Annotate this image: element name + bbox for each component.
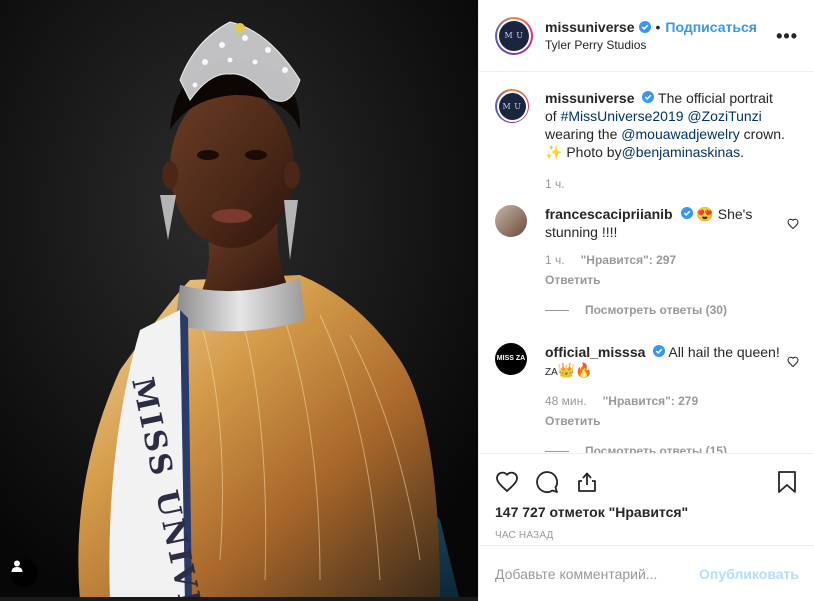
share-icon[interactable] [575,470,599,494]
comment-avatar[interactable]: MISS ZA [495,343,527,375]
post-actions: 147 727 отметок "Нравится" час назад [479,453,814,541]
sparkles-emoji: ✨ [545,144,563,160]
crown-emoji: 👑 [557,362,576,378]
comment-icon[interactable] [535,470,559,494]
view-replies-button[interactable]: Посмотреть ответы (15) [545,442,785,453]
portrait-illustration: MISS UNIVE [0,0,478,601]
comment-username[interactable]: francescacipriianib [545,206,673,222]
likes-count[interactable]: 147 727 отметок "Нравится" [495,504,799,520]
photo-bottom-strip [0,597,478,601]
caption-avatar[interactable]: M U [495,89,529,123]
caption-text: Photo by [566,144,622,160]
replies-line [545,309,569,311]
bookmark-icon[interactable] [775,470,799,494]
add-comment-bar: Опубликовать [479,545,814,601]
post-time-ago[interactable]: час назад [495,530,799,541]
replies-line [545,450,569,452]
comment-item: MISS ZA official_misssa All hail the que… [495,343,799,453]
verified-badge-icon [638,21,651,33]
publish-button[interactable]: Опубликовать [699,566,799,582]
comment-text-suffix: ZA [545,367,558,378]
comment-like-heart-icon[interactable] [787,355,799,371]
comment-username[interactable]: official_misssa [545,344,645,360]
view-replies-label: Посмотреть ответы (30) [585,303,727,317]
follow-button[interactable]: Подписаться [665,19,757,35]
comment-likes[interactable]: "Нравится": 279 [603,392,699,410]
post-photo[interactable]: MISS UNIVE [0,0,478,601]
verified-badge-icon [653,345,666,357]
comment-input[interactable] [495,565,700,582]
caption-text: . [740,144,744,160]
verified-badge-icon [680,207,693,219]
post-location[interactable]: Tyler Perry Studios [545,38,757,52]
comment-time[interactable]: 1 ч. [545,251,565,269]
caption-hashtag[interactable]: #MissUniverse2019 [561,108,684,124]
post-header: M U missuniverse • Подписаться Tyler Per… [479,0,814,72]
caption-mention-mouawad[interactable]: @mouawadjewelry [621,126,739,142]
heart-eyes-emoji: 😍 [696,206,714,222]
avatar-logo: M U [499,20,529,51]
author-username[interactable]: missuniverse [545,19,635,35]
comment-text: All hail the queen! [668,344,780,360]
reply-button[interactable]: Ответить [545,412,785,430]
view-replies-label: Посмотреть ответы (15) [585,444,727,453]
author-avatar[interactable]: M U [495,16,533,55]
dot-separator: • [655,19,661,35]
caption-mention-zozi[interactable]: @ZoziTunzi [687,108,761,124]
caption-text: crown. [743,126,785,142]
post-side-panel: M U missuniverse • Подписаться Tyler Per… [478,0,814,601]
reply-button[interactable]: Ответить [545,271,785,289]
caption-time[interactable]: 1 ч. [545,175,565,193]
heart-icon[interactable] [495,470,519,494]
caption-avatar-logo: M U [498,92,526,120]
comment-like-heart-icon[interactable] [787,217,799,233]
fire-emoji: 🔥 [575,362,593,378]
comment-avatar[interactable] [495,205,527,237]
comment-likes[interactable]: "Нравится": 297 [581,251,677,269]
caption-mention-benjamin[interactable]: @benjaminaskinas [622,144,741,160]
comment-item: francescacipriianib 😍 She's stunning !!!… [495,205,799,319]
verified-badge-icon [642,91,655,103]
caption-text: wearing the [545,126,618,142]
user-tag-button[interactable] [10,559,38,587]
caption-username[interactable]: missuniverse [545,90,635,106]
comment-time[interactable]: 48 мин. [545,392,587,410]
more-options-icon[interactable]: ••• [776,26,798,47]
comments-section: M U missuniverse The official portrait o… [479,73,814,453]
view-replies-button[interactable]: Посмотреть ответы (30) [545,301,785,319]
caption: M U missuniverse The official portrait o… [495,89,799,193]
